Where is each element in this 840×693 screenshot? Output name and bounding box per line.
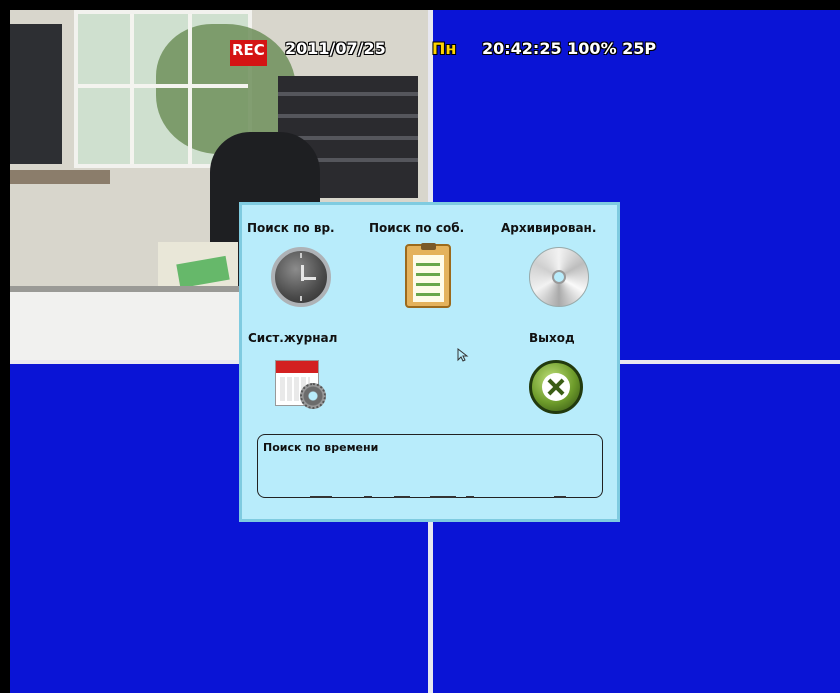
scene-shelf bbox=[10, 170, 110, 184]
clock-icon[interactable] bbox=[271, 247, 331, 307]
menu-label-system-log: Сист.журнал bbox=[248, 331, 338, 345]
clipboard-paper bbox=[413, 255, 444, 302]
osd-date: 2011/07/25 bbox=[285, 39, 386, 58]
scene-tray bbox=[278, 114, 418, 118]
checklist-row bbox=[416, 293, 440, 296]
box-border-segment bbox=[430, 496, 456, 498]
exit-icon[interactable] bbox=[529, 360, 583, 414]
calendar-header bbox=[276, 361, 318, 373]
mouse-cursor-icon bbox=[457, 348, 469, 362]
window-frame bbox=[188, 14, 192, 164]
rec-indicator: REC bbox=[230, 40, 267, 66]
box-border-segment bbox=[466, 496, 474, 498]
clipboard-checklist-icon[interactable] bbox=[405, 243, 451, 308]
osd-day: Пн bbox=[432, 39, 457, 58]
box-border-segment bbox=[364, 496, 372, 498]
disc-hole bbox=[552, 270, 566, 284]
box-border-segment bbox=[554, 496, 566, 498]
menu-description-text: Поиск по времени bbox=[263, 441, 379, 454]
window-frame bbox=[130, 14, 134, 164]
clock-tick bbox=[300, 253, 302, 258]
menu-label-archive: Архивирован. bbox=[501, 221, 597, 235]
box-border-segment bbox=[394, 496, 410, 498]
checklist-row bbox=[416, 273, 440, 276]
disc-icon[interactable] bbox=[529, 247, 589, 307]
gear-icon bbox=[300, 383, 326, 409]
search-menu-dialog: Поиск по вр. Поиск по соб. Архивирован. … bbox=[239, 202, 620, 522]
window-frame bbox=[78, 84, 248, 88]
menu-description-box: Поиск по времени bbox=[257, 434, 603, 498]
calendar-gear-icon[interactable] bbox=[275, 360, 326, 409]
menu-label-exit: Выход bbox=[529, 331, 575, 345]
checklist-row bbox=[416, 263, 440, 266]
osd-time-status: 20:42:25 100% 25P bbox=[482, 39, 657, 58]
menu-label-event-search: Поиск по соб. bbox=[369, 221, 465, 235]
dvr-screen: REC 2011/07/25 Пн 20:42:25 100% 25P Поис… bbox=[0, 0, 840, 693]
box-border-segment bbox=[310, 496, 332, 498]
menu-label-time-search: Поиск по вр. bbox=[247, 221, 335, 235]
checklist-row bbox=[416, 283, 440, 286]
scene-tray bbox=[278, 92, 418, 96]
scene-monitor bbox=[10, 24, 62, 164]
clock-hand bbox=[302, 277, 316, 280]
clipboard-clip bbox=[421, 243, 436, 250]
clock-tick bbox=[300, 296, 302, 301]
close-icon bbox=[542, 373, 570, 401]
